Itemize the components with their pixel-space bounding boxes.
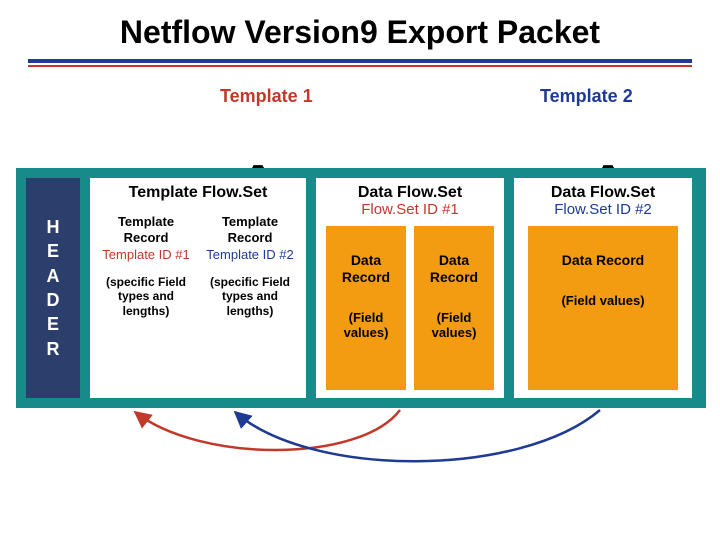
- header-letter: R: [47, 337, 60, 361]
- data-record: Data Record (Field values): [528, 226, 678, 390]
- flowset-id: Flow.Set ID #2: [554, 201, 652, 218]
- record-fields: (specific Field types and lengths): [100, 275, 192, 318]
- template-record: Template Record Template ID #1 (specific…: [98, 210, 194, 390]
- header-letter: H: [47, 215, 60, 239]
- record-fields: (Field values): [561, 293, 644, 309]
- flowset-title: Template Flow.Set: [129, 184, 268, 202]
- data-record: Data Record (Field values): [326, 226, 406, 390]
- template-id: Template ID #2: [206, 247, 293, 263]
- record-head: Data Record: [562, 252, 644, 269]
- flowset-id: Flow.Set ID #1: [361, 201, 459, 218]
- data-flowset-1: Data Flow.Set Flow.Set ID #1 Data Record…: [316, 178, 504, 398]
- template-1-label: Template 1: [220, 86, 313, 107]
- record-fields: (Field values): [416, 310, 492, 341]
- header-letter: E: [47, 312, 59, 336]
- template-2-label: Template 2: [540, 86, 633, 107]
- record-head: Data Record: [328, 252, 404, 286]
- arrow-red-icon: [135, 410, 400, 450]
- divider-blue: [28, 59, 692, 63]
- header-letter: A: [47, 264, 60, 288]
- template-record: Template Record Template ID #2 (specific…: [202, 210, 298, 390]
- header-letter: D: [47, 288, 60, 312]
- brace-icon: ︷: [524, 148, 692, 165]
- relation-arrows: [0, 408, 720, 488]
- data-flowset-2: Data Flow.Set Flow.Set ID #2 Data Record…: [514, 178, 692, 398]
- record-head: Template Record: [100, 214, 192, 245]
- flowset-title: Data Flow.Set: [551, 184, 655, 202]
- divider-red: [28, 65, 692, 67]
- packet-container: H E A D E R Template Flow.Set Template R…: [16, 168, 706, 408]
- template-id: Template ID #1: [102, 247, 189, 263]
- header-letter: E: [47, 239, 59, 263]
- record-fields: (Field values): [328, 310, 404, 341]
- template-flowset: Template Flow.Set Template Record Templa…: [90, 178, 306, 398]
- slide-title: Netflow Version9 Export Packet: [0, 0, 720, 59]
- arrow-blue-icon: [235, 410, 600, 461]
- record-fields: (specific Field types and lengths): [204, 275, 296, 318]
- brace-icon: ︷: [174, 148, 342, 165]
- record-head: Data Record: [416, 252, 492, 286]
- data-record: Data Record (Field values): [414, 226, 494, 390]
- packet-header: H E A D E R: [26, 178, 80, 398]
- record-head: Template Record: [204, 214, 296, 245]
- flowset-title: Data Flow.Set: [358, 184, 462, 202]
